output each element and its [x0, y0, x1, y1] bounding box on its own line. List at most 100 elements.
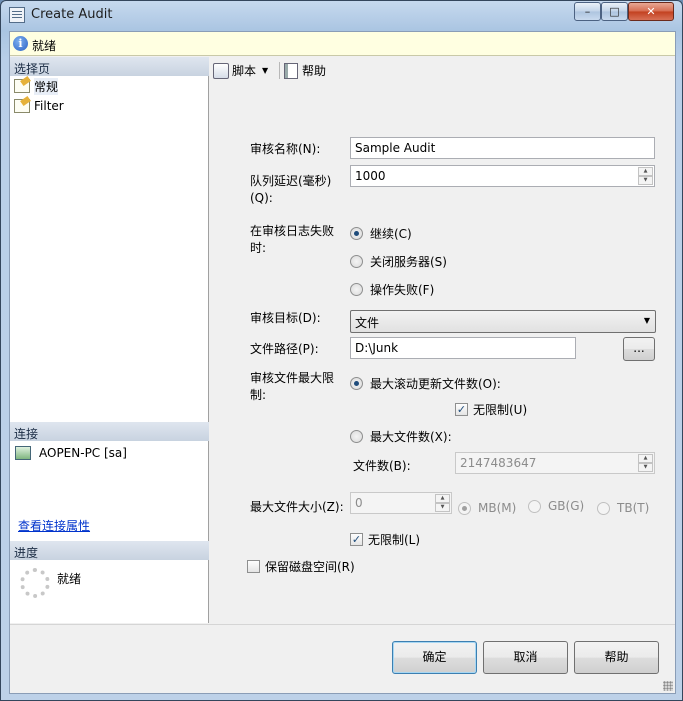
- queue-delay-label-suffix: (Q):: [250, 191, 273, 205]
- radio-indicator: [458, 501, 471, 515]
- max-limit-label: 审核文件最大限: [250, 371, 335, 385]
- reserve-disk-space-checkbox[interactable]: 保留磁盘空间(R): [247, 558, 355, 575]
- radio-label: 关闭服务器(S): [370, 255, 447, 269]
- page-icon: [14, 99, 30, 113]
- progress-status: 就绪: [57, 572, 82, 586]
- radio-indicator: [350, 377, 363, 390]
- spin-up-icon[interactable]: ▲: [435, 494, 450, 503]
- max-file-size-stepper[interactable]: 0 ▲ ▼: [350, 492, 452, 514]
- destination-value: 文件: [355, 316, 380, 330]
- resize-grip-icon[interactable]: [663, 681, 673, 691]
- progress-header: 进度: [10, 541, 209, 560]
- max-rollover-radio[interactable]: 最大滚动更新文件数(O):: [350, 375, 501, 392]
- audit-name-input[interactable]: Sample Audit: [350, 137, 655, 159]
- script-button[interactable]: 脚本 ▼: [213, 62, 268, 79]
- connection-item: AOPEN-PC [sa]: [15, 446, 127, 460]
- checkbox-label: 保留磁盘空间(R): [265, 560, 355, 574]
- title-bar[interactable]: Create Audit – □ ✕: [1, 1, 682, 31]
- help-button[interactable]: 帮助: [574, 641, 659, 674]
- check-icon: ✓: [455, 403, 468, 416]
- on-failure-fail-radio[interactable]: 操作失败(F): [350, 281, 434, 298]
- max-file-size-spin[interactable]: ▲ ▼: [435, 494, 450, 512]
- radio-indicator: [350, 430, 363, 443]
- on-failure-label: 在审核日志失败: [250, 224, 335, 238]
- spin-down-icon[interactable]: ▼: [638, 463, 653, 472]
- page-item-label: Filter: [34, 99, 64, 113]
- page-item-general[interactable]: 常规: [14, 77, 59, 95]
- page-icon: [14, 79, 30, 93]
- unit-tb-radio[interactable]: TB(T): [597, 501, 649, 515]
- radio-indicator: [597, 501, 610, 515]
- radio-indicator: [528, 499, 541, 513]
- checkbox-label: 无限制(L): [368, 533, 421, 547]
- radio-label: TB(T): [617, 501, 650, 515]
- window-title: Create Audit: [31, 7, 113, 22]
- file-path-input[interactable]: D:\Junk: [350, 337, 576, 359]
- queue-delay-stepper[interactable]: 1000 ▲ ▼: [350, 165, 655, 187]
- page-item-filter[interactable]: Filter: [14, 97, 64, 115]
- on-failure-continue-radio[interactable]: 继续(C): [350, 225, 412, 242]
- chevron-down-icon: ▼: [643, 316, 650, 325]
- window-icon: [9, 7, 25, 23]
- view-connection-properties-link[interactable]: 查看连接属性: [18, 517, 90, 534]
- spin-down-icon[interactable]: ▼: [435, 503, 450, 512]
- select-page-header: 选择页: [10, 57, 209, 76]
- unlimited-rollover-checkbox[interactable]: ✓ 无限制(U): [455, 401, 527, 418]
- radio-indicator: [350, 227, 363, 240]
- radio-indicator: [350, 283, 363, 296]
- radio-label: 最大文件数(X):: [370, 430, 452, 444]
- toolbar: 脚本 ▼ 帮助: [210, 57, 675, 83]
- max-files-radio[interactable]: 最大文件数(X):: [350, 428, 452, 445]
- help-toolbar-button[interactable]: 帮助: [284, 62, 326, 79]
- audit-name-label: 审核名称(N):: [250, 142, 321, 156]
- connection-name: AOPEN-PC [sa]: [39, 446, 127, 460]
- unlimited-size-checkbox[interactable]: ✓ 无限制(L): [350, 531, 420, 548]
- destination-select[interactable]: 文件 ▼: [350, 310, 656, 333]
- file-count-stepper[interactable]: 2147483647 ▲ ▼: [455, 452, 655, 474]
- max-file-size-label: 最大文件大小(Z):: [250, 500, 344, 514]
- script-label: 脚本: [232, 64, 257, 78]
- progress-spinner-icon: [20, 568, 50, 598]
- radio-label: 操作失败(F): [370, 283, 435, 297]
- create-audit-window: Create Audit – □ ✕ i 就绪 选择页 常规 Filter 连接…: [0, 0, 683, 701]
- queue-delay-value: 1000: [355, 169, 386, 183]
- unit-mb-radio[interactable]: MB(M): [458, 501, 516, 515]
- max-limit-label-suffix: 制:: [250, 388, 267, 402]
- file-count-spin[interactable]: ▲ ▼: [638, 454, 653, 472]
- spin-down-icon[interactable]: ▼: [638, 176, 653, 185]
- dialog-footer: 确定 取消 帮助: [10, 624, 675, 693]
- close-button[interactable]: ✕: [628, 2, 674, 21]
- dialog-client: i 就绪 选择页 常规 Filter 连接 AOPEN-PC [sa] 查看连接…: [9, 31, 676, 694]
- on-failure-label-suffix: 时:: [250, 241, 267, 255]
- destination-label: 审核目标(D):: [250, 311, 321, 325]
- checkbox-label: 无限制(U): [473, 403, 528, 417]
- help-label: 帮助: [302, 64, 327, 78]
- browse-button[interactable]: ...: [623, 337, 655, 361]
- cancel-button[interactable]: 取消: [483, 641, 568, 674]
- checkbox-indicator: [247, 560, 260, 573]
- file-count-value: 2147483647: [460, 456, 537, 470]
- unit-gb-radio[interactable]: GB(G): [528, 499, 584, 513]
- chevron-down-icon: ▼: [262, 66, 269, 75]
- minimize-button[interactable]: –: [574, 2, 601, 21]
- left-pane: 选择页 常规 Filter 连接 AOPEN-PC [sa] 查看连接属性 进度…: [10, 57, 209, 623]
- radio-label: 继续(C): [370, 227, 412, 241]
- connection-header: 连接: [10, 422, 209, 441]
- status-bar: i 就绪: [10, 32, 675, 56]
- status-text: 就绪: [32, 39, 57, 53]
- radio-label: MB(M): [478, 501, 517, 515]
- server-icon: [15, 446, 31, 460]
- queue-delay-spin[interactable]: ▲ ▼: [638, 167, 653, 185]
- on-failure-shutdown-radio[interactable]: 关闭服务器(S): [350, 253, 447, 270]
- spin-up-icon[interactable]: ▲: [638, 454, 653, 463]
- spin-up-icon[interactable]: ▲: [638, 167, 653, 176]
- max-file-size-value: 0: [355, 496, 363, 510]
- maximize-button[interactable]: □: [601, 2, 628, 21]
- right-pane: 脚本 ▼ 帮助 审核名称(N): Sample Audit 队列延迟(毫秒) (…: [210, 57, 675, 623]
- ok-button[interactable]: 确定: [392, 641, 477, 674]
- info-icon: i: [13, 36, 28, 51]
- page-item-label: 常规: [34, 77, 59, 95]
- radio-label: GB(G): [548, 499, 585, 513]
- file-count-label: 文件数(B):: [353, 459, 411, 473]
- file-path-label: 文件路径(P):: [250, 342, 319, 356]
